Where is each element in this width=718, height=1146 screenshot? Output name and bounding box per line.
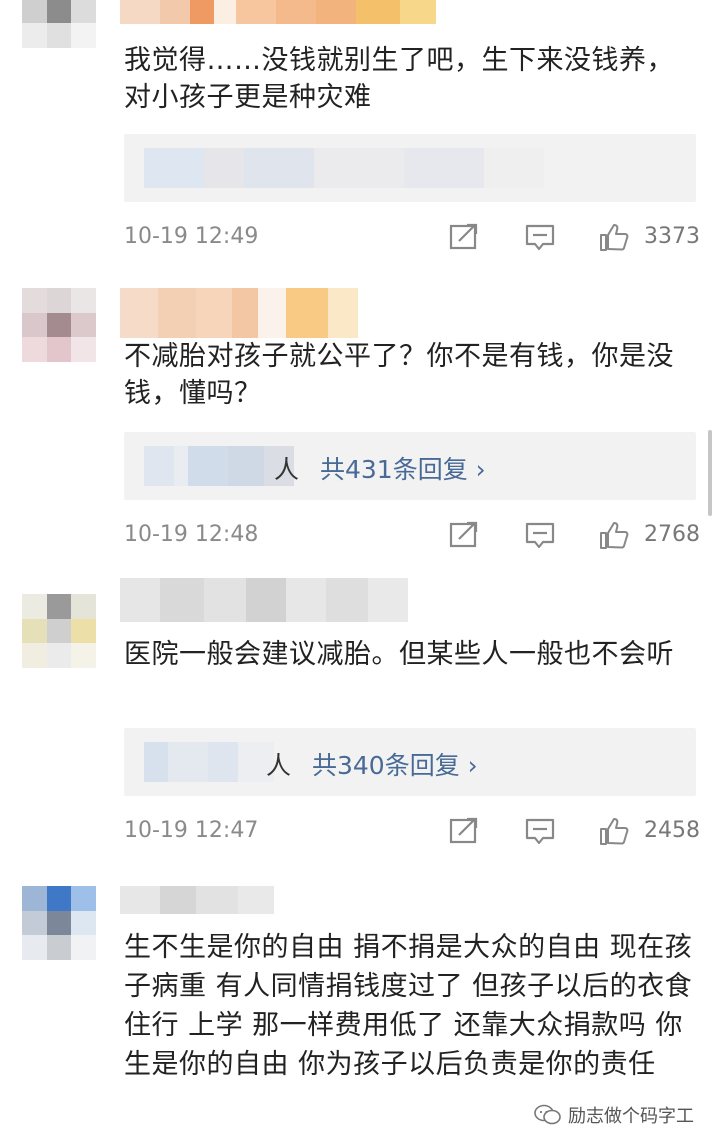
comment-icon[interactable]: [524, 520, 556, 550]
thumbs-up-icon[interactable]: [598, 520, 630, 550]
avatar[interactable]: [22, 0, 96, 48]
reply-preview[interactable]: [124, 134, 696, 202]
reply-preview[interactable]: 人 共340条回复 ›: [124, 728, 696, 796]
thumbs-up-icon[interactable]: [598, 816, 630, 846]
share-icon[interactable]: [448, 222, 480, 252]
comment-text: 生不生是你的自由 捐不捐是大众的自由 现在孩子病重 有人同情捐钱度过了 但孩子以…: [124, 932, 693, 1080]
share-icon[interactable]: [448, 520, 480, 550]
comment-meta: 10-19 12:48 2768: [124, 520, 704, 552]
watermark: 励志做个码字工: [534, 1102, 694, 1128]
comment-meta: 10-19 12:47 2458: [124, 816, 704, 848]
reply-preview-blur: [144, 446, 294, 486]
username[interactable]: [120, 578, 408, 622]
scrollbar[interactable]: [708, 430, 712, 516]
reply-count-link[interactable]: 共431条回复 ›: [320, 450, 486, 486]
comment-text: 不减胎对孩子就公平了？你不是有钱，你是没钱，懂吗？: [124, 341, 674, 409]
comment-icon[interactable]: [524, 816, 556, 846]
avatar[interactable]: [22, 594, 96, 668]
wechat-icon: [534, 1104, 561, 1125]
comment-text: 我觉得……没钱就别生了吧，生下来没钱养，对小孩子更是种灾难: [124, 45, 674, 113]
like-count: 2768: [644, 522, 700, 547]
timestamp: 10-19 12:47: [124, 818, 259, 843]
username[interactable]: [120, 0, 436, 24]
comment-meta: 10-19 12:49 3373: [124, 222, 704, 254]
comment-text: 医院一般会建议减胎。但某些人一般也不会听: [124, 639, 674, 670]
reply-preview[interactable]: 人 共431条回复 ›: [124, 432, 696, 500]
share-icon[interactable]: [448, 816, 480, 846]
reply-preview-blur: [144, 742, 274, 782]
timestamp: 10-19 12:48: [124, 522, 259, 547]
thumbs-up-icon[interactable]: [598, 222, 630, 252]
like-count: 3373: [644, 224, 700, 249]
username[interactable]: [120, 886, 274, 914]
avatar[interactable]: [22, 288, 96, 362]
comment-icon[interactable]: [524, 222, 556, 252]
username[interactable]: [120, 288, 358, 338]
reply-people: 人: [274, 455, 300, 484]
reply-count-link[interactable]: 共340条回复 ›: [312, 746, 478, 782]
watermark-text: 励志做个码字工: [568, 1106, 694, 1127]
avatar[interactable]: [22, 886, 96, 960]
reply-preview-blur: [144, 148, 544, 188]
timestamp: 10-19 12:49: [124, 224, 259, 249]
reply-people: 人: [266, 751, 292, 780]
like-count: 2458: [644, 818, 700, 843]
